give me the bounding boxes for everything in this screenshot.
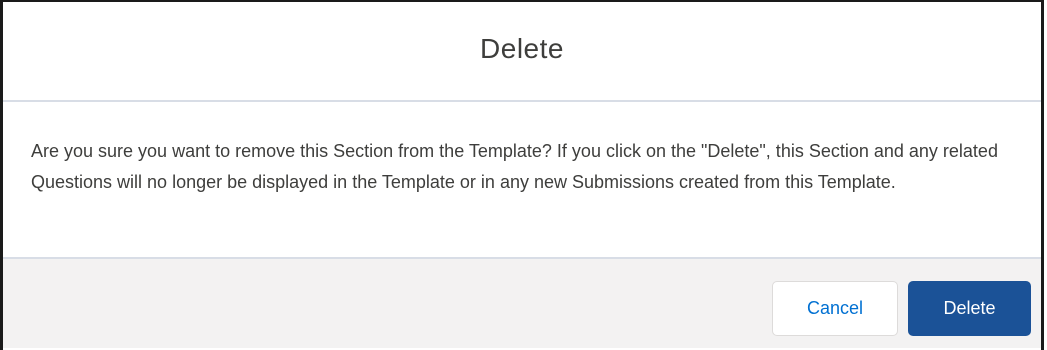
- cancel-button[interactable]: Cancel: [772, 281, 898, 336]
- dialog-message: Are you sure you want to remove this Sec…: [31, 141, 998, 192]
- dialog-header: Delete: [3, 2, 1041, 102]
- delete-confirmation-dialog: Delete Are you sure you want to remove t…: [0, 0, 1044, 350]
- dialog-body: Are you sure you want to remove this Sec…: [3, 102, 1041, 259]
- delete-button[interactable]: Delete: [908, 281, 1031, 336]
- dialog-footer: Cancel Delete: [3, 259, 1041, 348]
- dialog-title: Delete: [480, 33, 564, 64]
